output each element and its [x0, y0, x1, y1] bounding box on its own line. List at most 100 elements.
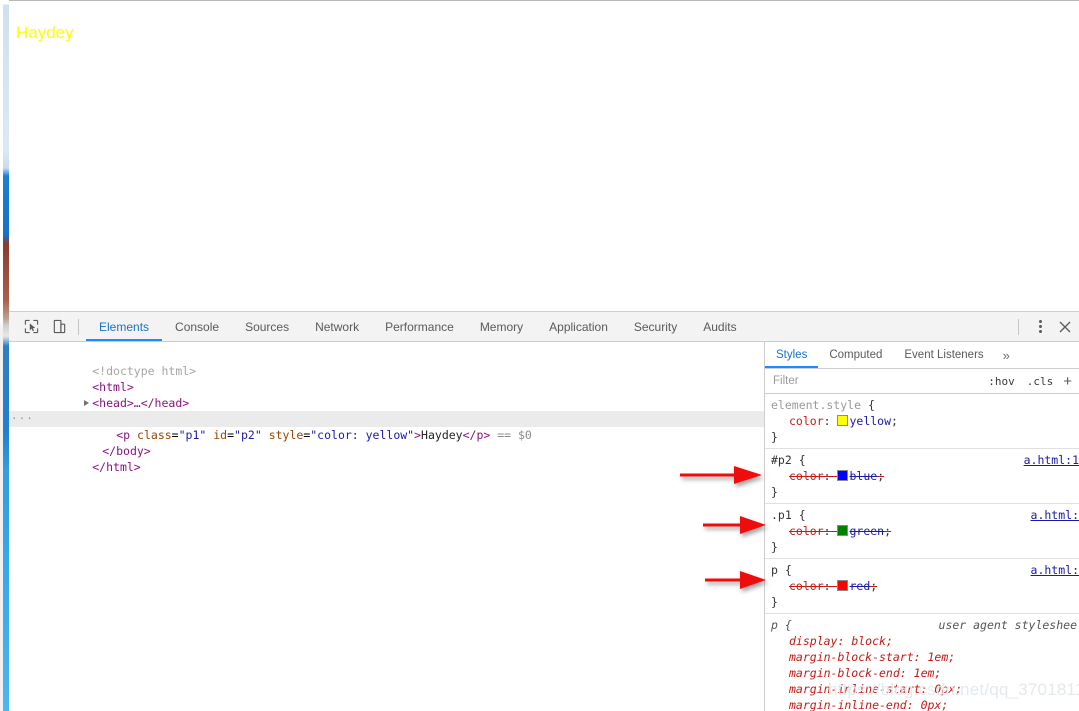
style-rule-selector[interactable]: element.style [771, 398, 861, 412]
devtools-menu-button[interactable] [1029, 320, 1051, 333]
style-rule-tag-p[interactable]: a.html: p { color: red; } [765, 559, 1079, 614]
hov-toggle-button[interactable]: :hov [982, 375, 1021, 388]
toggle-device-toolbar-button[interactable] [45, 312, 73, 341]
style-declaration-colon: : [823, 524, 838, 538]
user-agent-stylesheet-label: user agent styleshee [938, 618, 1077, 632]
style-rule-source-link[interactable]: a.html: [1031, 507, 1079, 523]
color-swatch-red[interactable] [837, 580, 849, 591]
style-rule-selector-line: element.style { [771, 397, 1079, 413]
style-rule-open-brace: { [861, 398, 875, 412]
tab-security-label: Security [633, 319, 678, 334]
inspect-element-button[interactable] [17, 312, 45, 341]
tab-console-label: Console [175, 319, 220, 334]
tab-network[interactable]: Network [302, 312, 372, 341]
tab-console[interactable]: Console [162, 312, 232, 341]
dom-line-head[interactable]: <head>…</head> [9, 379, 764, 410]
dom-line-body-close[interactable]: </body> [9, 427, 764, 458]
style-declaration-colon: : [913, 650, 928, 664]
style-rule-selector[interactable]: .p1 [771, 508, 792, 522]
style-declaration-overridden[interactable]: color: green; [771, 523, 1079, 539]
tab-styles[interactable]: Styles [765, 342, 819, 368]
dom-line-selected-paragraph[interactable]: ··· <p class="p1" id="p2" style="color: y… [9, 411, 764, 442]
page-viewport: Haydey [9, 0, 1079, 311]
style-rule-source-link[interactable]: a.html: [1031, 562, 1079, 578]
close-icon [1059, 321, 1071, 332]
style-declaration-overridden[interactable]: color: red; [771, 578, 1079, 594]
style-declaration-value[interactable]: green [849, 524, 884, 538]
style-declaration-semicolon: ; [948, 650, 956, 664]
tab-audits[interactable]: Audits [690, 312, 749, 341]
style-declaration-colon: : [823, 579, 838, 593]
style-declaration-semicolon: ; [934, 666, 942, 680]
dom-line-body-open[interactable]: <body> [9, 395, 764, 426]
page-paragraph-haydey: Haydey [16, 23, 74, 42]
tab-performance[interactable]: Performance [372, 312, 467, 341]
tab-sources[interactable]: Sources [232, 312, 302, 341]
style-rules-list: element.style { color: yellow; } a.html:… [765, 394, 1079, 711]
style-declaration-property: display [789, 634, 838, 648]
style-declaration-property[interactable]: color [789, 469, 824, 483]
dom-line-doctype[interactable]: <!doctype html> [9, 347, 764, 378]
tab-security[interactable]: Security [621, 312, 690, 341]
toolbar-divider-right [1018, 318, 1019, 335]
tab-elements-label: Elements [99, 319, 150, 334]
style-declaration-value: block [851, 634, 886, 648]
style-rule-selector[interactable]: #p2 [771, 453, 792, 467]
screenshot-root: Haydey Elements Console Sources Network … [0, 0, 1079, 711]
style-rule-id-p2[interactable]: a.html:1 #p2 { color: blue; } [765, 449, 1079, 504]
dom-line-html-open[interactable]: <html> [9, 363, 764, 394]
style-declaration-value: 1em [927, 650, 949, 664]
style-declaration-colon: : [837, 634, 852, 648]
style-declaration-property[interactable]: color [789, 579, 824, 593]
styles-pane-tabs: Styles Computed Event Listeners » [765, 342, 1079, 369]
style-declaration-property[interactable]: color [789, 524, 824, 538]
close-devtools-button[interactable] [1051, 321, 1079, 333]
dom-node-badge[interactable]: ··· [11, 411, 34, 427]
style-rule-class-p1[interactable]: a.html: .p1 { color: green; } [765, 504, 1079, 559]
color-swatch-yellow[interactable] [837, 415, 849, 426]
window-edge-stripe [0, 0, 9, 711]
style-rule-selector[interactable]: p [771, 563, 778, 577]
inspect-cursor-icon [24, 319, 38, 334]
color-swatch-blue[interactable] [837, 470, 849, 481]
style-rule-selector: p [771, 618, 778, 632]
style-declaration-semicolon: ; [870, 579, 878, 593]
more-tabs-button[interactable]: » [995, 342, 1018, 368]
tab-computed-label: Computed [829, 349, 883, 361]
kebab-menu-icon-dot3 [1038, 330, 1042, 333]
style-rule-element-style[interactable]: element.style { color: yellow; } [765, 394, 1079, 449]
tab-network-label: Network [315, 319, 360, 334]
tab-elements[interactable]: Elements [86, 312, 163, 341]
style-declaration-property[interactable]: color [789, 414, 824, 428]
devtools-panel: Elements Console Sources Network Perform… [9, 311, 1079, 711]
cls-toggle-button[interactable]: .cls [1021, 375, 1060, 388]
style-declaration-semicolon: ; [891, 414, 898, 428]
dom-tree-pane: <!doctype html> <html> <head>…</head> <b… [9, 342, 764, 711]
dom-line-html-close[interactable]: </html> [9, 443, 764, 474]
kebab-menu-icon-dot2 [1038, 325, 1042, 328]
dom-html-close-text: </html> [92, 460, 141, 474]
style-rule-close-brace: } [771, 430, 778, 444]
color-swatch-green[interactable] [837, 525, 849, 536]
tab-memory-label: Memory [479, 319, 524, 334]
style-declaration[interactable]: color: yellow; [771, 413, 1079, 429]
tab-memory[interactable]: Memory [467, 312, 536, 341]
style-declaration-value[interactable]: red [849, 579, 870, 593]
style-declaration-value[interactable]: blue [849, 469, 877, 483]
tab-event-listeners[interactable]: Event Listeners [893, 342, 994, 368]
tab-event-listeners-label: Event Listeners [904, 349, 984, 361]
style-declaration-ua: margin-block-end: 1em; [771, 665, 1079, 681]
style-declaration-ua: margin-block-start: 1em; [771, 649, 1079, 665]
new-style-rule-button[interactable]: + [1059, 373, 1079, 390]
style-rule-source-link[interactable]: a.html:1 [1024, 452, 1079, 468]
tab-performance-label: Performance [385, 319, 454, 334]
style-declaration-colon: : [899, 666, 914, 680]
style-declaration-overridden[interactable]: color: blue; [771, 468, 1079, 484]
tab-application[interactable]: Application [536, 312, 621, 341]
style-rule-close-brace: } [771, 595, 778, 609]
style-declaration-value[interactable]: yellow [849, 414, 891, 428]
styles-filter-input[interactable] [765, 369, 983, 393]
styles-filter-bar: :hov .cls + [765, 369, 1079, 394]
tab-computed[interactable]: Computed [818, 342, 893, 368]
devtools-body: <!doctype html> <html> <head>…</head> <b… [9, 342, 1079, 711]
